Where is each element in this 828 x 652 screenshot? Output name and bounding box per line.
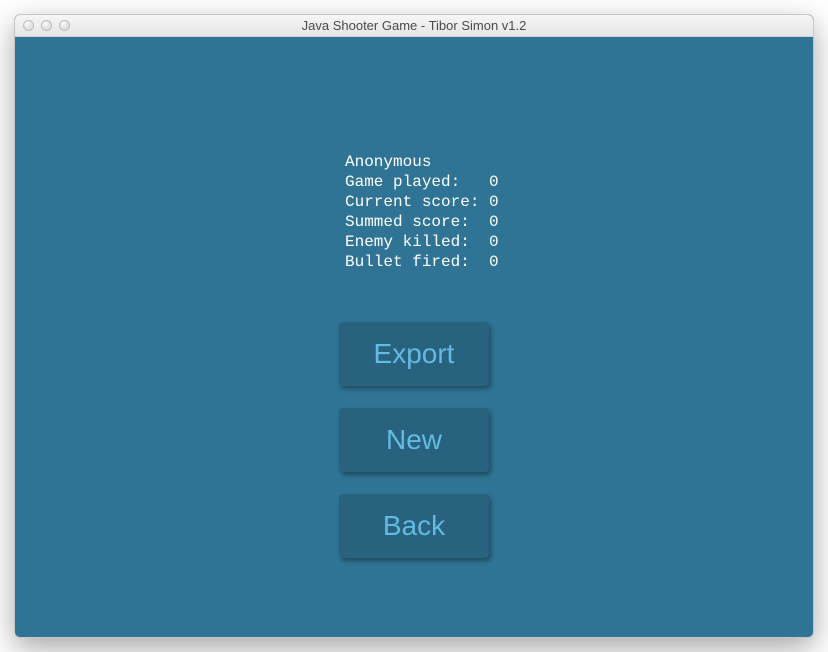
content-area: Anonymous Game played: 0 Current score: … <box>15 37 813 637</box>
titlebar: Java Shooter Game - Tibor Simon v1.2 <box>15 15 813 37</box>
window-title: Java Shooter Game - Tibor Simon v1.2 <box>15 18 813 33</box>
minimize-icon[interactable] <box>41 20 52 31</box>
export-button[interactable]: Export <box>339 322 489 386</box>
game-window: Java Shooter Game - Tibor Simon v1.2 Ano… <box>14 14 814 638</box>
window-controls <box>15 20 70 31</box>
new-button[interactable]: New <box>339 408 489 472</box>
button-column: Export New Back <box>339 322 489 558</box>
zoom-icon[interactable] <box>59 20 70 31</box>
close-icon[interactable] <box>23 20 34 31</box>
back-button[interactable]: Back <box>339 494 489 558</box>
player-stats: Anonymous Game played: 0 Current score: … <box>345 152 499 272</box>
